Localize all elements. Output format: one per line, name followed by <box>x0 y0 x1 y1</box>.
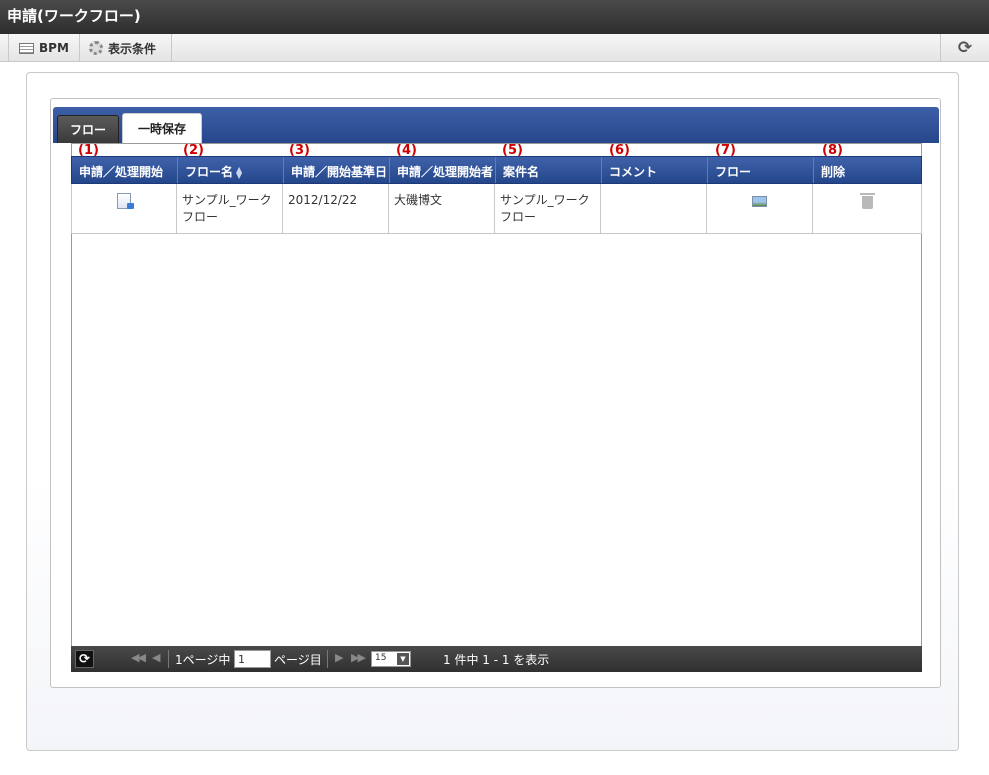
flow-cell <box>707 184 813 233</box>
refresh-icon: ⟳ <box>79 652 90 667</box>
column-header-delete[interactable]: 削除 <box>814 157 921 183</box>
trash-icon[interactable] <box>859 193 875 209</box>
base-date-cell: 2012/12/22 <box>283 184 389 233</box>
tab-temporary-save[interactable]: 一時保存 <box>122 113 202 143</box>
display-condition-button[interactable]: 表示条件 <box>79 34 172 62</box>
column-header-comment[interactable]: コメント <box>602 157 708 183</box>
pager-divider <box>168 650 169 668</box>
flow-image-icon[interactable] <box>752 196 767 207</box>
matter-name-cell: サンプル_ワークフロー <box>495 184 601 233</box>
rows-per-page-select[interactable]: 15 ▼ <box>371 651 411 667</box>
page-suffix: ページ目 <box>274 653 322 667</box>
column-header-flow-name[interactable]: フロー名 ▲ ▼ <box>178 157 284 183</box>
toolbar: BPM 表示条件 ⟳ <box>0 34 989 62</box>
pager-divider <box>327 650 328 668</box>
table-row: サンプル_ワークフロー 2012/12/22 大磯博文 サンプル_ワークフロー <box>71 184 922 234</box>
comment-cell <box>601 184 707 233</box>
column-header-flow[interactable]: フロー <box>708 157 814 183</box>
first-page-icon[interactable]: ◀◀ <box>131 651 146 664</box>
document-arrow-icon[interactable] <box>117 193 134 209</box>
column-header-matter-name[interactable]: 案件名 <box>496 157 602 183</box>
display-condition-label: 表示条件 <box>108 41 157 56</box>
pager-refresh-button[interactable]: ⟳ <box>75 650 94 668</box>
flow-name-cell: サンプル_ワークフロー <box>177 184 283 233</box>
tab-bar: フロー 一時保存 <box>53 107 939 143</box>
column-header-starter[interactable]: 申請／処理開始者 <box>390 157 496 183</box>
tab-flow[interactable]: フロー <box>57 115 119 143</box>
start-cell <box>72 184 177 233</box>
window-title: 申請(ワークフロー) <box>0 0 989 34</box>
column-header-base-date[interactable]: 申請／開始基準日 <box>284 157 390 183</box>
refresh-button[interactable]: ⟳ <box>940 34 989 62</box>
prev-page-icon[interactable]: ◀ <box>152 651 161 664</box>
bpm-button-label: BPM <box>39 41 69 55</box>
pager: ⟳ ◀◀ ◀ 1ページ中 ページ目 ▶ ▶▶ 15 ▼ 1 件中 1 - 1 を… <box>71 646 922 672</box>
refresh-icon: ⟳ <box>957 38 973 58</box>
record-summary: 1 件中 1 - 1 を表示 <box>443 653 550 667</box>
page-number-input[interactable] <box>234 650 271 668</box>
last-page-icon[interactable]: ▶▶ <box>351 651 366 664</box>
bpm-button[interactable]: BPM <box>8 34 80 62</box>
page-prefix: 1ページ中 <box>175 653 231 667</box>
chevron-down-icon: ▼ <box>397 653 409 665</box>
sort-icon[interactable]: ▲ ▼ <box>236 165 245 179</box>
next-page-icon[interactable]: ▶ <box>335 651 344 664</box>
starter-cell: 大磯博文 <box>389 184 495 233</box>
table-header: 申請／処理開始 フロー名 ▲ ▼ 申請／開始基準日 申請／処理開始者 案件名 コメン… <box>71 156 922 184</box>
delete-cell <box>813 184 922 233</box>
gear-icon <box>89 41 103 55</box>
rows-per-page-value: 15 <box>375 653 387 663</box>
column-header-start[interactable]: 申請／処理開始 <box>72 157 178 183</box>
list-icon <box>19 42 34 54</box>
